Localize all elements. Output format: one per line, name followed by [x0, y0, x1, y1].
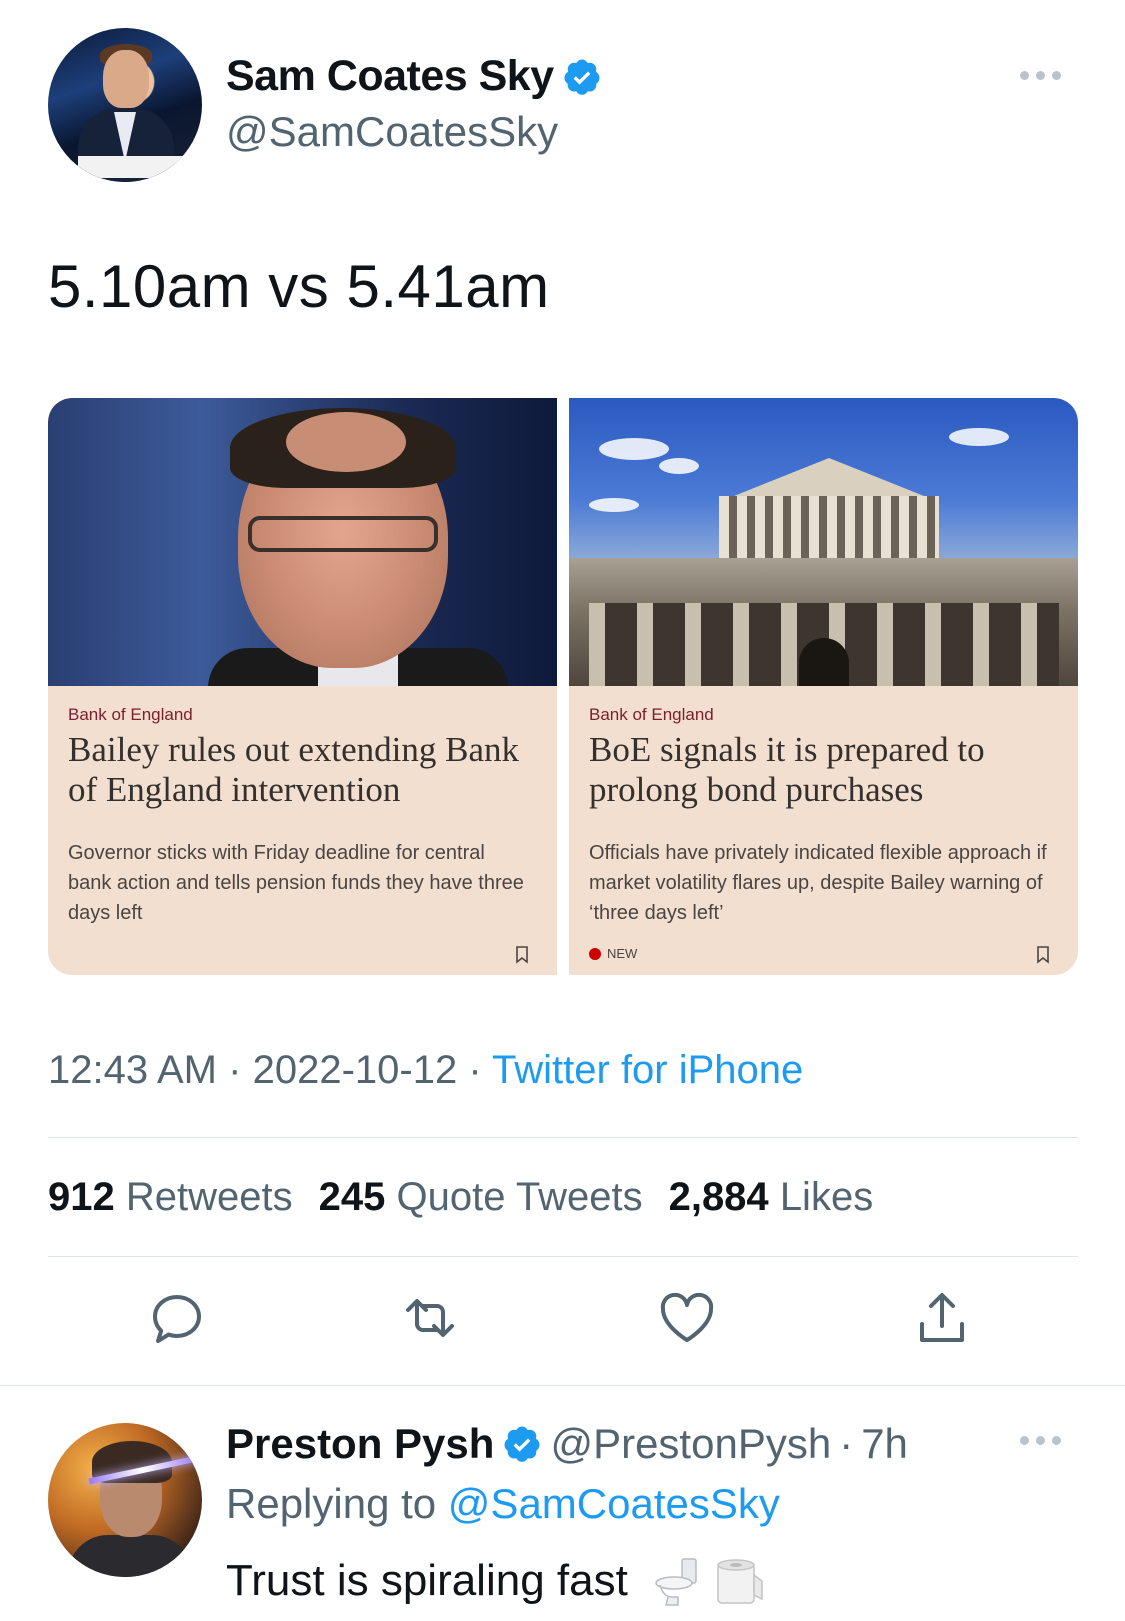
verified-badge-icon: [504, 1426, 540, 1462]
share-icon[interactable]: [912, 1288, 972, 1348]
replying-to-link[interactable]: @SamCoatesSky: [448, 1480, 780, 1527]
like-heart-icon[interactable]: [657, 1288, 717, 1348]
image-cards[interactable]: Bank of England Bailey rules out extendi…: [48, 398, 1078, 975]
retweet-icon[interactable]: [400, 1288, 460, 1348]
replying-label: Replying to: [226, 1480, 437, 1527]
author-handle[interactable]: @SamCoatesSky: [226, 108, 558, 156]
author-avatar[interactable]: [48, 28, 202, 182]
tweet-source-link[interactable]: Twitter for iPhone: [492, 1048, 803, 1092]
article-kicker: Bank of England: [589, 705, 714, 724]
tweet-separator: [0, 1385, 1125, 1386]
tweet-time: 12:43 AM: [48, 1048, 218, 1092]
bookmark-icon: [1037, 946, 1049, 964]
new-badge: NEW: [589, 946, 637, 961]
divider: [48, 1137, 1078, 1138]
divider: [48, 1256, 1078, 1257]
reply-icon[interactable]: [147, 1288, 207, 1348]
tweet-actions: [0, 1288, 1125, 1348]
replying-to: Replying to @SamCoatesSky: [226, 1480, 780, 1528]
reply-author-name[interactable]: Preston Pysh: [226, 1420, 494, 1468]
tweet-text: 5.10am vs 5.41am: [48, 253, 550, 320]
likes-stat[interactable]: 2,884 Likes: [669, 1175, 874, 1220]
more-options-icon[interactable]: [1015, 60, 1065, 90]
retweets-stat[interactable]: 912 Retweets: [48, 1175, 293, 1220]
reply-more-options-icon[interactable]: [1015, 1425, 1065, 1455]
toilet-paper-icon: [717, 1559, 763, 1604]
quotes-label: Quote Tweets: [396, 1175, 643, 1219]
reply-text-row: Trust is spiraling fast: [226, 1555, 764, 1607]
article-image-portrait: [48, 398, 557, 686]
article-card-right[interactable]: Bank of England BoE signals it is prepar…: [569, 398, 1078, 975]
reply-age: 7h: [861, 1420, 908, 1467]
article-headline: Bailey rules out extending Bank of Engla…: [68, 730, 520, 809]
likes-label: Likes: [779, 1175, 874, 1219]
article-headline: BoE signals it is prepared to prolong bo…: [589, 730, 985, 809]
author-name[interactable]: Sam Coates Sky: [226, 52, 554, 101]
reply-text: Trust is spiraling fast: [226, 1556, 628, 1605]
article-card-left[interactable]: Bank of England Bailey rules out extendi…: [48, 398, 557, 975]
tweet-date: 2022-10-12: [252, 1048, 458, 1092]
tweet-meta: 12:43 AM · 2022-10-12 · Twitter for iPho…: [48, 1048, 804, 1092]
new-dot-icon: [589, 947, 601, 960]
reply-author-avatar[interactable]: [48, 1423, 202, 1577]
verified-badge-icon: [564, 59, 600, 95]
quotes-stat[interactable]: 245 Quote Tweets: [319, 1175, 643, 1220]
retweets-label: Retweets: [125, 1175, 293, 1219]
article-kicker: Bank of England: [68, 705, 193, 724]
likes-count: 2,884: [668, 1175, 769, 1219]
reply-header: Preston Pysh @PrestonPysh · 7h: [226, 1420, 908, 1468]
reply-author-handle[interactable]: @PrestonPysh: [550, 1420, 831, 1468]
quotes-count: 245: [318, 1175, 386, 1219]
new-badge-label: NEW: [607, 946, 638, 961]
article-summary: Officials have privately indicated flexi…: [589, 842, 1047, 924]
tweet-stats: 912 Retweets 245 Quote Tweets 2,884 Like…: [48, 1175, 873, 1220]
bookmark-icon: [516, 946, 528, 964]
toilet-icon: [655, 1558, 697, 1606]
article-summary: Governor sticks with Friday deadline for…: [68, 842, 524, 924]
retweets-count: 912: [48, 1175, 115, 1219]
article-image-building: [569, 398, 1078, 686]
author-name-row[interactable]: Sam Coates Sky: [226, 52, 602, 101]
